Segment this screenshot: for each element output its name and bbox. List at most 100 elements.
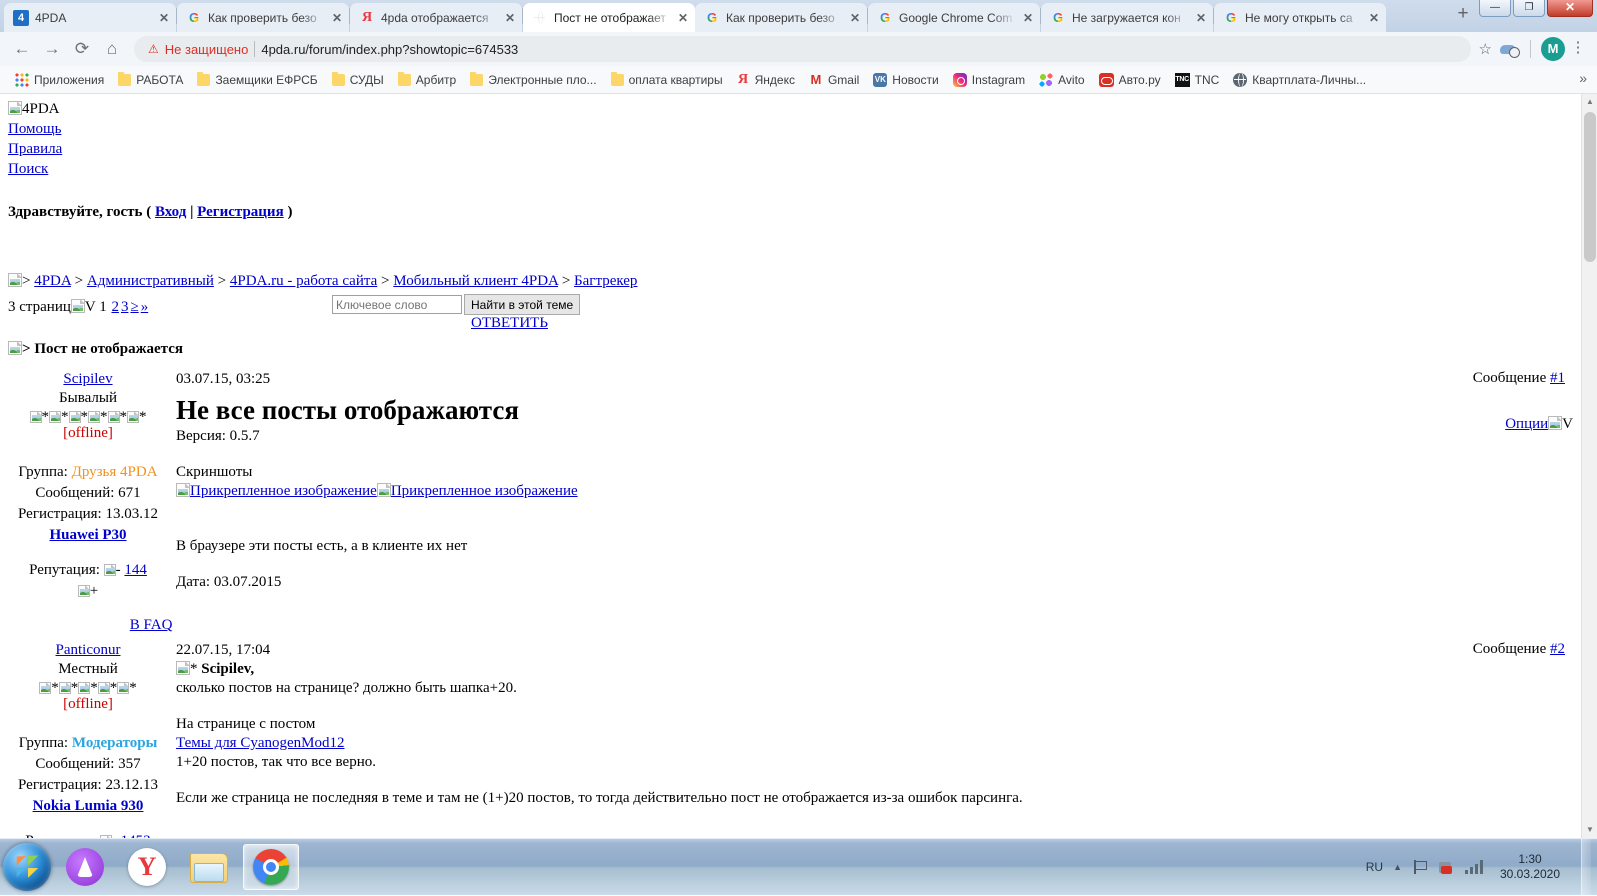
reload-icon[interactable]: ⟳: [68, 35, 96, 63]
bookmark-item[interactable]: СУДЫ: [325, 70, 391, 90]
close-icon[interactable]: ✕: [1368, 11, 1380, 25]
author-rank: Местный: [8, 660, 168, 679]
back-icon[interactable]: ←: [8, 35, 36, 63]
post-permalink-row: Сообщение #2: [1473, 641, 1565, 658]
bookmark-item[interactable]: РАБОТА: [111, 70, 190, 90]
bookmark-item[interactable]: Заемщики ЕФРСБ: [190, 70, 324, 90]
reputation-plus-icon[interactable]: [78, 585, 90, 597]
close-icon[interactable]: ✕: [849, 11, 861, 25]
page-last-link[interactable]: »: [141, 299, 149, 315]
clock[interactable]: 1:30 30.03.2020: [1493, 852, 1567, 882]
browser-tab-active[interactable]: Пост не отображает ✕: [523, 3, 695, 32]
taskbar-item-alisa[interactable]: [57, 844, 113, 890]
search-input[interactable]: [332, 295, 462, 314]
message-number-link[interactable]: #1: [1550, 370, 1565, 386]
device-link[interactable]: Nokia Lumia 930: [33, 798, 144, 814]
breadcrumb-item-client[interactable]: Мобильный клиент 4PDA: [393, 273, 558, 289]
taskbar-item-explorer[interactable]: [181, 844, 237, 890]
bookmark-apps[interactable]: Приложения: [8, 70, 111, 90]
close-window-button[interactable]: ✕: [1547, 0, 1593, 17]
close-icon[interactable]: ✕: [1195, 11, 1207, 25]
extension-icon[interactable]: [1498, 38, 1520, 60]
browser-tab[interactable]: G Google Chrome Com ✕: [868, 3, 1040, 32]
online-status: [offline]: [8, 695, 168, 714]
separator: |: [190, 204, 193, 220]
quoted-author: Scipilev,: [201, 661, 254, 677]
browser-window: 4 4PDA ✕ G Как проверить безо ✕ Я 4pda о…: [0, 0, 1597, 838]
breadcrumb-item-bugtracker[interactable]: Багтрекер: [574, 273, 637, 289]
taskbar-item-yandex-browser[interactable]: Y: [119, 844, 175, 890]
close-icon[interactable]: ✕: [504, 11, 516, 25]
bookmark-item[interactable]: Avito: [1032, 70, 1091, 90]
browser-tab[interactable]: G Не могу открыть са ✕: [1214, 3, 1386, 32]
tray-expand-icon[interactable]: ▲: [1393, 862, 1402, 872]
language-indicator[interactable]: RU: [1366, 860, 1383, 874]
reputation-minus-icon[interactable]: [104, 564, 116, 576]
bookmark-item[interactable]: Электронные пло...: [463, 70, 603, 90]
search-in-topic-button[interactable]: Найти в этой теме: [464, 294, 580, 315]
close-icon[interactable]: ✕: [677, 11, 689, 25]
power-plug-icon[interactable]: [1438, 860, 1455, 875]
page-next-link[interactable]: ≥: [130, 299, 138, 315]
register-link[interactable]: Регистрация: [197, 204, 284, 220]
home-icon[interactable]: ⌂: [98, 35, 126, 63]
topic-link[interactable]: Темы для CyanogenMod12: [176, 735, 345, 751]
bookmark-item[interactable]: VK Новости: [866, 70, 945, 90]
show-desktop-button[interactable]: [1581, 839, 1591, 896]
action-center-flag-icon[interactable]: [1412, 860, 1428, 874]
bookmark-item[interactable]: Квартплата-Личны...: [1226, 70, 1373, 90]
scrollbar-thumb[interactable]: [1584, 112, 1596, 262]
bookmark-item[interactable]: оплата квартиры: [604, 70, 730, 90]
avatar[interactable]: M: [1541, 37, 1565, 61]
close-icon[interactable]: ✕: [158, 11, 170, 25]
browser-tab[interactable]: Я 4pda отображается ✕: [350, 3, 522, 32]
address-bar[interactable]: ⚠ Не защищено 4pda.ru/forum/index.php?sh…: [134, 36, 1471, 62]
reputation-value-link[interactable]: 144: [124, 562, 147, 578]
message-number-link[interactable]: #2: [1550, 641, 1565, 657]
browser-tab[interactable]: 4 4PDA ✕: [4, 3, 176, 32]
bookmark-item[interactable]: Арбитр: [391, 70, 463, 90]
page-link-2[interactable]: 2: [111, 299, 119, 315]
browser-tab[interactable]: G Как проверить безо ✕: [177, 3, 349, 32]
device-link[interactable]: Huawei P30: [49, 527, 126, 543]
forward-icon[interactable]: →: [38, 35, 66, 63]
breadcrumb-item-admin[interactable]: Административный: [87, 273, 214, 289]
pagination-dropdown-alt[interactable]: V: [85, 299, 96, 315]
bookmarks-overflow-button[interactable]: »: [1575, 70, 1591, 86]
close-icon[interactable]: ✕: [331, 11, 343, 25]
bookmark-item[interactable]: TNC TNC: [1168, 70, 1227, 90]
security-status-label[interactable]: Не защищено: [165, 42, 249, 57]
bookmark-star-icon[interactable]: ☆: [1479, 40, 1492, 58]
new-tab-button[interactable]: +: [1449, 2, 1477, 28]
bookmark-item[interactable]: Я Яндекс: [730, 69, 802, 91]
bookmark-item[interactable]: M Gmail: [802, 69, 866, 90]
breadcrumb-item-site[interactable]: 4PDA.ru - работа сайта: [230, 273, 377, 289]
close-icon[interactable]: ✕: [1022, 11, 1034, 25]
faq-row: В FAQ: [176, 616, 1573, 635]
browser-tab[interactable]: G Не загружается кон ✕: [1041, 3, 1213, 32]
faq-link[interactable]: В FAQ: [130, 617, 173, 633]
reply-button[interactable]: ОТВЕТИТЬ: [471, 315, 548, 331]
network-signal-icon[interactable]: [1465, 860, 1483, 874]
search-link[interactable]: Поиск: [8, 161, 48, 177]
minimize-button[interactable]: —: [1479, 0, 1511, 17]
login-link[interactable]: Вход: [155, 204, 186, 220]
bookmark-item[interactable]: Авто.ру: [1092, 70, 1168, 90]
author-profile-link[interactable]: Panticonur: [56, 642, 121, 658]
attachment-link[interactable]: Прикрепленное изображение: [391, 483, 578, 499]
start-button[interactable]: [3, 843, 51, 891]
help-link[interactable]: Помощь: [8, 121, 61, 137]
page-link-3[interactable]: 3: [121, 299, 129, 315]
maximize-button[interactable]: ❐: [1513, 0, 1545, 17]
rules-link[interactable]: Правила: [8, 141, 62, 157]
bookmark-item[interactable]: Instagram: [946, 70, 1032, 90]
browser-tab[interactable]: G Как проверить безо ✕: [695, 3, 867, 32]
chrome-menu-icon[interactable]: ⋮: [1567, 37, 1589, 61]
scroll-down-icon[interactable]: ▼: [1582, 822, 1597, 838]
breadcrumb-item-4pda[interactable]: 4PDA: [34, 273, 71, 289]
scroll-up-icon[interactable]: ▲: [1582, 94, 1597, 110]
attachment-link[interactable]: Прикрепленное изображение: [190, 483, 377, 499]
author-profile-link[interactable]: Scipilev: [63, 371, 112, 387]
taskbar-item-chrome[interactable]: [243, 844, 299, 890]
page-scrollbar[interactable]: ▲ ▼: [1581, 94, 1597, 838]
